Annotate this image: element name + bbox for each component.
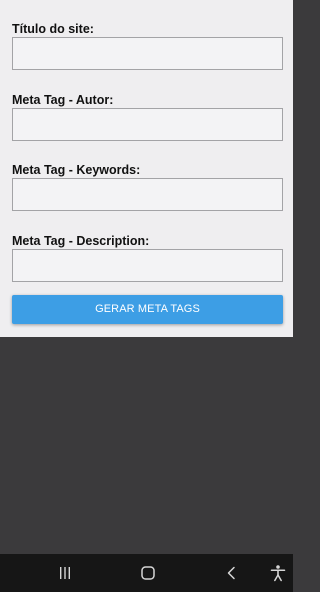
keywords-label: Meta Tag - Keywords: <box>12 163 141 177</box>
keywords-input[interactable] <box>12 178 283 211</box>
generate-meta-tags-button[interactable]: GERAR META TAGS <box>12 295 283 324</box>
author-input[interactable] <box>12 108 283 141</box>
home-button[interactable] <box>133 554 163 592</box>
author-label: Meta Tag - Autor: <box>12 93 114 107</box>
site-title-input[interactable] <box>12 37 283 70</box>
back-icon <box>225 566 239 580</box>
home-icon <box>140 565 156 581</box>
recent-apps-button[interactable] <box>50 554 80 592</box>
system-nav-bar <box>0 554 293 592</box>
site-title-label: Título do site: <box>12 22 94 36</box>
back-button[interactable] <box>217 554 247 592</box>
meta-tag-form: Título do site: Meta Tag - Autor: Meta T… <box>0 0 293 337</box>
description-label: Meta Tag - Description: <box>12 234 150 248</box>
accessibility-icon <box>270 564 286 582</box>
recent-apps-icon <box>58 566 72 580</box>
description-input[interactable] <box>12 249 283 282</box>
accessibility-button[interactable] <box>264 554 292 592</box>
empty-content-area <box>0 337 293 554</box>
